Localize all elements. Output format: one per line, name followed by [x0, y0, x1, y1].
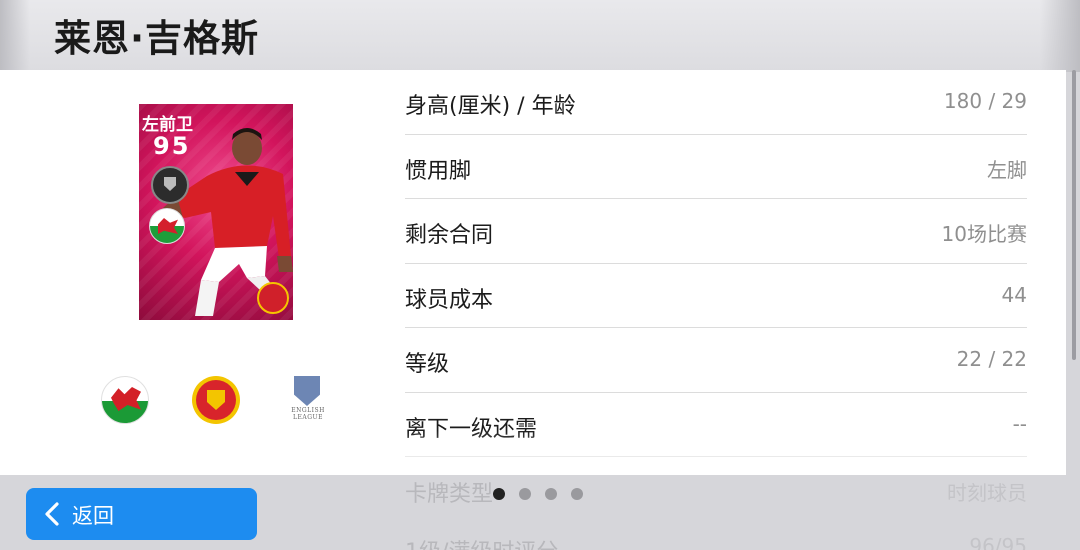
page-indicator[interactable] [493, 488, 583, 502]
stat-label: 等级 [405, 352, 450, 377]
stat-value: 左脚 [987, 157, 1027, 182]
stats-list: 身高(厘米) / 年龄 180 / 29 惯用脚 左脚 剩余合同 10场比赛 球… [405, 70, 1027, 457]
stat-label: 剩余合同 [405, 223, 494, 248]
stat-row-height-age: 身高(厘米) / 年龄 180 / 29 [405, 70, 1027, 135]
stat-row-level: 等级 22 / 22 [405, 328, 1027, 393]
card-club-crest-icon [257, 282, 289, 314]
league-emblem-text: ENGLISH LEAGUE [291, 407, 325, 421]
stat-label: 1级/满级时评分 [405, 534, 558, 550]
scrollbar[interactable] [1072, 70, 1076, 360]
back-button[interactable]: 返回 [26, 488, 257, 540]
card-nationality-flag-icon [149, 208, 185, 244]
english-league-icon[interactable]: ENGLISH LEAGUE [288, 376, 328, 424]
stat-row-contract: 剩余合同 10场比赛 [405, 199, 1027, 264]
stat-label: 球员成本 [405, 287, 494, 313]
back-button-label: 返回 [72, 504, 114, 528]
stat-label: 卡牌类型 [405, 482, 494, 504]
page-title: 莱恩·吉格斯 [54, 17, 260, 60]
header-bar: 莱恩·吉格斯 [0, 0, 1080, 72]
stat-value: 时刻球员 [947, 481, 1027, 504]
stat-value: 96/95 [969, 534, 1027, 550]
wales-flag-icon[interactable] [101, 376, 149, 424]
card-rating: 95 [153, 132, 191, 160]
stat-label: 身高(厘米) / 年龄 [405, 94, 576, 119]
stat-label: 惯用脚 [405, 158, 472, 184]
stat-label: 离下一级还需 [405, 416, 538, 442]
stat-value: 22 / 22 [956, 347, 1027, 371]
page-dot[interactable] [519, 488, 531, 500]
manchester-united-crest-icon[interactable] [192, 376, 240, 424]
player-detail-panel: 左前卫 95 ENGLISH LEAGUE 身高(厘米) / 年龄 180 / … [0, 70, 1066, 475]
league-shield-icon [294, 376, 320, 406]
page-dot[interactable] [493, 488, 505, 500]
chevron-left-icon [45, 502, 59, 526]
stat-value: 10场比赛 [941, 222, 1027, 246]
player-card[interactable]: 左前卫 95 [139, 104, 293, 320]
stat-value: 180 / 29 [943, 89, 1027, 113]
stat-row-rating-range: 1级/满级时评分 96/95 [405, 534, 1027, 550]
stat-value: 44 [1001, 282, 1027, 307]
card-type-badge-icon [151, 166, 189, 204]
stat-row-player-cost: 球员成本 44 [405, 264, 1027, 328]
page-dot[interactable] [545, 488, 557, 500]
stat-value: -- [1012, 411, 1027, 436]
page-dot[interactable] [571, 488, 583, 500]
stat-row-next-level: 离下一级还需 -- [405, 393, 1027, 457]
stat-row-preferred-foot: 惯用脚 左脚 [405, 135, 1027, 199]
